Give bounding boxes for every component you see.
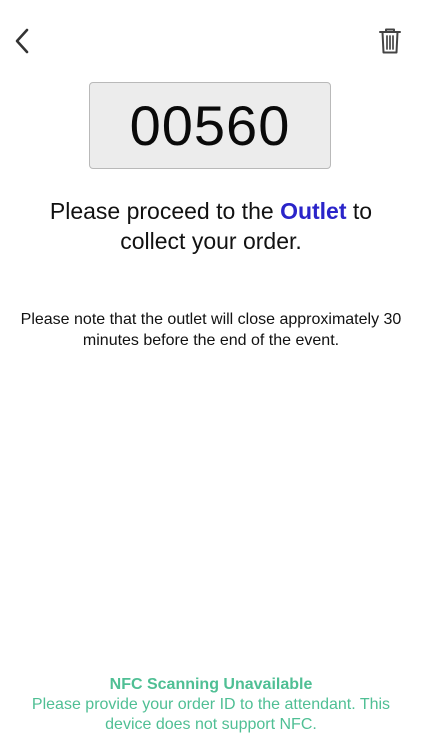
nfc-status-title: NFC Scanning Unavailable bbox=[109, 676, 313, 693]
order-number-box: 00560 bbox=[89, 82, 331, 169]
delete-button[interactable] bbox=[376, 28, 404, 58]
proceed-prefix: Please proceed to the bbox=[49, 198, 281, 224]
outlet-name: Outlet bbox=[280, 198, 347, 224]
order-number: 00560 bbox=[129, 94, 291, 157]
chevron-left-icon bbox=[14, 28, 30, 59]
back-button[interactable] bbox=[8, 28, 36, 58]
closing-note: Please note that the outlet will close a… bbox=[20, 311, 402, 349]
nfc-status-message: Please provide your order ID to the atte… bbox=[31, 696, 391, 733]
trash-icon bbox=[378, 27, 402, 60]
nfc-status: NFC Scanning Unavailable Please provide … bbox=[10, 675, 412, 735]
proceed-instruction: Please proceed to the Outlet to collect … bbox=[20, 196, 402, 256]
